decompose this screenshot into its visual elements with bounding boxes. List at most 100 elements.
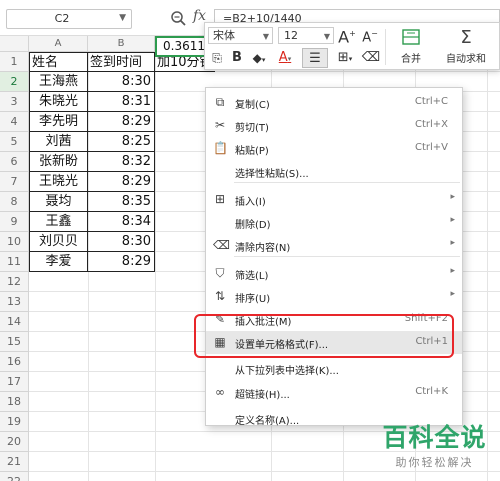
row-header[interactable]: 15 xyxy=(0,332,29,352)
time-cell[interactable]: 8:34 xyxy=(88,212,155,232)
name-cell[interactable]: 刘贝贝 xyxy=(29,232,88,252)
time-cell[interactable]: 8:29 xyxy=(88,172,155,192)
format-painter-icon[interactable]: ⎘ xyxy=(208,48,226,68)
menu-item[interactable]: 删除(D) ▸ xyxy=(206,211,462,234)
watermark-logo: 百科全说 助你轻松解决 xyxy=(372,418,497,476)
merge-button[interactable]: 合并 xyxy=(389,27,433,67)
menu-item-label: 删除(D) xyxy=(235,220,271,231)
name-cell[interactable]: 李先明 xyxy=(29,112,88,132)
font-grow-icon[interactable]: A+ xyxy=(338,24,356,46)
name-cell[interactable]: 张新盼 xyxy=(29,152,88,172)
menu-item-shortcut: Ctrl+C xyxy=(414,96,448,107)
row-header[interactable]: 1 xyxy=(0,52,29,72)
highlight-annotation xyxy=(194,314,454,358)
header-cell-time[interactable]: 签到时间 xyxy=(88,52,155,72)
cut-icon: ✂ xyxy=(214,118,226,132)
header-cell-name[interactable]: 姓名 xyxy=(29,52,88,72)
menu-item[interactable]: 📋 粘贴(P) Ctrl+V xyxy=(206,137,462,160)
name-cell[interactable]: 聂均 xyxy=(29,192,88,212)
row-header[interactable]: 13 xyxy=(0,292,29,312)
submenu-arrow-icon: ▸ xyxy=(450,289,455,299)
row-header[interactable]: 7 xyxy=(0,172,29,192)
column-header-a[interactable]: A xyxy=(29,36,88,52)
name-cell[interactable]: 朱晓光 xyxy=(29,92,88,112)
time-cell[interactable]: 8:30 xyxy=(88,72,155,92)
menu-item[interactable]: ✂ 剪切(T) Ctrl+X xyxy=(206,114,462,137)
font-select[interactable]: 宋体 ▼ xyxy=(208,27,273,44)
menu-item-shortcut: Ctrl+X xyxy=(414,119,448,130)
menu-separator xyxy=(234,256,460,257)
time-cell[interactable]: 8:32 xyxy=(88,152,155,172)
row-header[interactable]: 16 xyxy=(0,352,29,372)
chevron-down-icon: ▼ xyxy=(323,32,330,41)
row-header[interactable]: 4 xyxy=(0,112,29,132)
merge-icon xyxy=(402,29,420,45)
row-header[interactable]: 17 xyxy=(0,372,29,392)
time-cell[interactable]: 8:29 xyxy=(88,112,155,132)
menu-item[interactable]: ⧉ 复制(C) Ctrl+C xyxy=(206,91,462,114)
menu-item-label: 筛选(L) xyxy=(235,271,269,282)
menu-item[interactable]: ⌫ 清除内容(N) ▸ xyxy=(206,234,462,257)
menu-item[interactable]: ⛉ 筛选(L) ▸ xyxy=(206,262,462,285)
menu-item[interactable]: ⇅ 排序(U) ▸ xyxy=(206,285,462,308)
fill-color-icon[interactable]: ◆▾ xyxy=(248,48,270,68)
time-cell[interactable]: 8:25 xyxy=(88,132,155,152)
menu-item[interactable]: 选择性粘贴(S)... xyxy=(206,160,462,183)
row-header[interactable]: 19 xyxy=(0,412,29,432)
name-cell[interactable]: 王晓光 xyxy=(29,172,88,192)
chevron-down-icon: ▼ xyxy=(262,32,269,41)
font-shrink-icon[interactable]: A− xyxy=(361,24,379,45)
submenu-arrow-icon: ▸ xyxy=(450,266,455,276)
time-cell[interactable]: 8:31 xyxy=(88,92,155,112)
row-header[interactable]: 20 xyxy=(0,432,29,452)
row-header[interactable]: 14 xyxy=(0,312,29,332)
zoom-icon[interactable] xyxy=(170,10,186,26)
menu-item[interactable]: ⊞ 插入(I) ▸ xyxy=(206,188,462,211)
select-all-corner[interactable] xyxy=(0,36,29,52)
row-header[interactable]: 2 xyxy=(0,72,29,92)
time-cell[interactable]: 8:29 xyxy=(88,252,155,272)
row-header[interactable]: 9 xyxy=(0,212,29,232)
row-header[interactable]: 22 xyxy=(0,472,29,481)
time-cell[interactable]: 8:30 xyxy=(88,232,155,252)
menu-item[interactable]: ∞ 超链接(H)... Ctrl+K xyxy=(206,381,462,404)
row-header[interactable]: 8 xyxy=(0,192,29,212)
column-header-b[interactable]: B xyxy=(88,36,155,52)
menu-item-label: 定义名称(A)... xyxy=(235,416,300,427)
row-header[interactable]: 12 xyxy=(0,272,29,292)
row-header[interactable]: 5 xyxy=(0,132,29,152)
filter-icon: ⛉ xyxy=(215,266,225,280)
font-color-icon[interactable]: A▾ xyxy=(273,48,297,68)
name-cell[interactable]: 李爱 xyxy=(29,252,88,272)
align-center-icon[interactable]: ☰ xyxy=(302,48,328,68)
row-header[interactable]: 10 xyxy=(0,232,29,252)
menu-item-label: 选择性粘贴(S)... xyxy=(235,169,309,180)
name-cell[interactable]: 王鑫 xyxy=(29,212,88,232)
menu-item[interactable]: 从下拉列表中选择(K)... xyxy=(206,357,462,380)
merge-label: 合并 xyxy=(401,54,421,65)
menu-item-label: 超链接(H)... xyxy=(235,390,290,401)
row-header[interactable]: 6 xyxy=(0,152,29,172)
watermark-subtitle: 助你轻松解决 xyxy=(395,456,474,469)
row-header[interactable]: 18 xyxy=(0,392,29,412)
name-box[interactable]: C2 ▼ xyxy=(6,9,132,29)
menu-item-label: 剪切(T) xyxy=(235,123,269,134)
name-cell[interactable]: 王海燕 xyxy=(29,72,88,92)
name-cell[interactable]: 刘茜 xyxy=(29,132,88,152)
row-header[interactable]: 3 xyxy=(0,92,29,112)
submenu-arrow-icon: ▸ xyxy=(450,192,455,202)
row-header[interactable]: 21 xyxy=(0,452,29,472)
menu-item-label: 清除内容(N) xyxy=(235,243,291,254)
chevron-down-icon[interactable]: ▼ xyxy=(119,13,126,23)
font-size-select[interactable]: 12 ▼ xyxy=(278,27,334,44)
clear-format-icon[interactable]: ⌫ xyxy=(361,48,381,68)
autosum-button[interactable]: Σ 自动求和 xyxy=(435,27,497,67)
sigma-icon: Σ xyxy=(460,27,472,48)
time-cell[interactable]: 8:35 xyxy=(88,192,155,212)
data-table: 姓名 签到时间 加10分钟 王海燕 8:30 朱晓光 8:31 李先明 8:29 刘茜 8:2… xyxy=(29,52,215,274)
menu-item-label: 排序(U) xyxy=(235,294,271,305)
bold-icon[interactable]: B xyxy=(229,48,245,68)
border-icon[interactable]: ⊞▾ xyxy=(332,48,358,68)
row-header[interactable]: 11 xyxy=(0,252,29,272)
font-select-value: 宋体 xyxy=(213,29,235,42)
